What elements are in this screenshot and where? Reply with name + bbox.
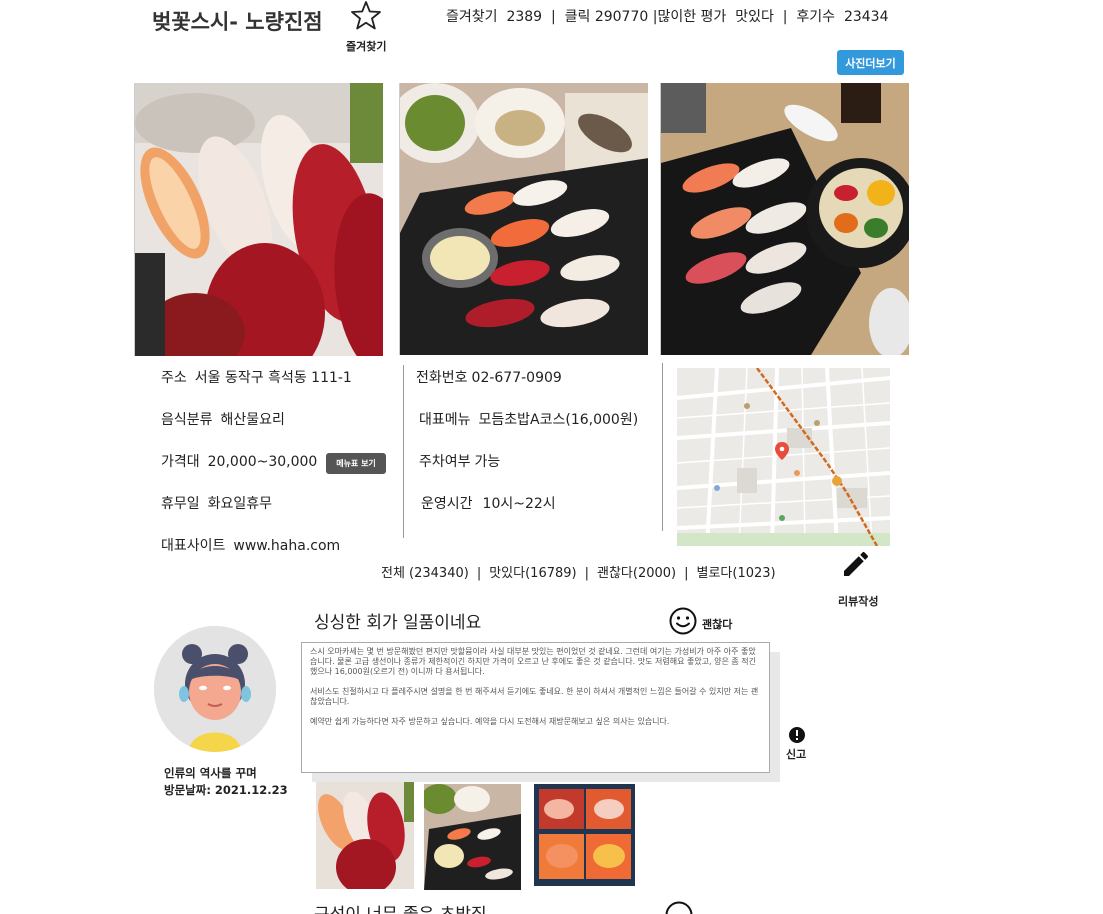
info-parking: 주차여부 가능 (419, 451, 500, 471)
stats-bar: 즐겨찾기 2389 | 클릭 290770 |많이한 평가 맛있다 | 후기수 … (446, 6, 888, 26)
info-holiday: 휴무일 화요일휴무 (161, 493, 272, 513)
avatar-illustration (154, 626, 276, 752)
filter-sep: | (684, 566, 689, 581)
photo-more-button[interactable]: 사진더보기 (837, 50, 904, 75)
review-paragraph: 서비스도 친절하시고 다 플레주시면 설명을 한 번 해주셔서 듣기에도 좋네요… (310, 687, 759, 706)
hours-label: 운영시간 (421, 496, 473, 512)
menu-view-button[interactable]: 메뉴표 보기 (326, 453, 386, 474)
address-label: 주소 (161, 370, 187, 386)
favorite-label: 즐겨찾기 (346, 40, 387, 53)
info-address: 주소 서울 동작구 흑석동 111-1 (161, 367, 352, 387)
site-label: 대표사이트 (161, 538, 226, 554)
write-review-button[interactable]: 리뷰작성 (836, 548, 886, 608)
review-sushi-image (316, 782, 414, 889)
next-review-title: 구성이 너무 좋은 초밥집 (314, 900, 487, 914)
review-visit-date: 방문날짜: 2021.12.23 (164, 783, 288, 797)
review-photo-1[interactable] (316, 782, 414, 889)
review-sashimi-image (534, 784, 635, 886)
phone-label: 전화번호 (416, 370, 468, 386)
info-main-menu: 대표메뉴 모듬초밥A코스(16,000원) (419, 409, 638, 429)
restaurant-photo-2[interactable] (399, 83, 648, 355)
phone-value: 02-677-0909 (471, 370, 562, 386)
favorite-button[interactable]: 즐겨찾기 (346, 0, 392, 53)
map-image (677, 368, 890, 546)
write-review-label: 리뷰작성 (838, 595, 879, 608)
price-label: 가격대 (161, 454, 200, 470)
sushi-set-image (400, 83, 648, 355)
info-phone: 전화번호 02-677-0909 (416, 367, 562, 387)
report-label: 신고 (786, 748, 807, 761)
review-rating-label: 괜찮다 (702, 618, 733, 631)
restaurant-photo-3[interactable] (660, 83, 909, 355)
reviews-count-label: 후기수 (796, 9, 836, 25)
restaurant-title: 벚꽃스시- 노량진점 (152, 10, 323, 34)
site-link[interactable]: www.haha.com (233, 538, 340, 554)
holiday-label: 휴무일 (161, 496, 200, 512)
clicks-label: 클릭 (564, 9, 591, 25)
review-title: 싱싱한 회가 일품이네요 (314, 613, 482, 633)
review-photo-2[interactable] (424, 784, 521, 890)
smile-icon (665, 901, 693, 914)
sushi-platter-image (135, 83, 383, 356)
review-filter-bar: 전체 (234340) | 맛있다(16789) | 괜찮다(2000) | 별로다(102… (381, 562, 776, 581)
review-body: 스시 오마카세는 몇 번 방문해봤던 편지만 맛할뮴이라 사실 대부분 맛있는 … (301, 642, 770, 773)
category-value: 해산물요리 (220, 412, 285, 428)
filter-sep: | (584, 566, 589, 581)
sushi-bibimbap-image (661, 83, 909, 355)
main-menu-label: 대표메뉴 (419, 412, 471, 428)
review-rating: 괜찮다 (668, 606, 748, 638)
avatar (154, 626, 276, 752)
map-divider (662, 363, 663, 531)
smile-icon (669, 607, 697, 635)
top-rating: 맛있다 (735, 9, 774, 25)
filter-ok[interactable]: 괜찮다(2000) (597, 566, 676, 581)
pencil-icon (844, 551, 869, 576)
filter-all[interactable]: 전체 (234340) (381, 566, 469, 581)
review-username: 인류의 역사를 꾸며 (164, 766, 257, 780)
reviews-count: 23434 (843, 9, 889, 25)
review-photo-3[interactable] (534, 784, 635, 886)
favorites-count-label: 즐겨찾기 (446, 9, 498, 25)
filter-bad[interactable]: 별로다(1023) (697, 566, 776, 581)
review-paragraph: 스시 오마카세는 몇 번 방문해봤던 편지만 맛할뮴이라 사실 대부분 맛있는 … (310, 647, 757, 676)
info-hours: 운영시간 10시~22시 (421, 493, 556, 513)
review-sushi-set-image (424, 784, 521, 890)
main-menu-value: 모듬초밥A코스(16,000원) (478, 412, 639, 428)
report-button[interactable]: 신고 (784, 726, 814, 762)
top-rating-label: 많이한 평가 (657, 9, 727, 25)
location-map[interactable] (677, 368, 890, 546)
filter-sep: | (476, 566, 482, 581)
parking-label: 주차여부 (419, 454, 471, 470)
info-divider (403, 365, 404, 538)
info-price: 가격대 20,000~30,000 (161, 451, 317, 471)
price-value: 20,000~30,000 (207, 454, 318, 470)
stats-sep: | (550, 9, 556, 25)
next-review-rating (664, 900, 698, 914)
restaurant-photo-1[interactable] (134, 83, 383, 356)
star-outline-icon (351, 1, 381, 30)
parking-value: 가능 (474, 454, 501, 470)
clicks-count: 290770 (594, 9, 649, 25)
stats-sep: | (782, 9, 788, 25)
info-category: 음식분류 해산물요리 (161, 409, 285, 429)
filter-good[interactable]: 맛있다(16789) (489, 566, 576, 581)
review-paragraph: 예약만 쉽게 가능하다면 자주 방문하고 싶습니다. 예약을 다시 도전해서 재… (310, 717, 670, 726)
alert-circle-icon (789, 727, 805, 743)
address-value: 서울 동작구 흑석동 111-1 (194, 370, 352, 386)
hours-value: 10시~22시 (482, 496, 556, 512)
favorites-count: 2389 (506, 9, 543, 25)
info-site: 대표사이트 www.haha.com (161, 535, 340, 555)
category-label: 음식분류 (161, 412, 213, 428)
holiday-value: 화요일휴무 (207, 496, 273, 512)
